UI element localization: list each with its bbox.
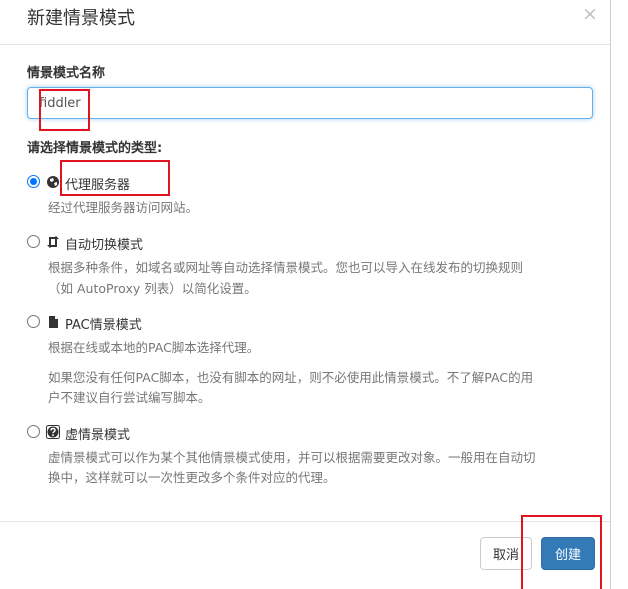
globe-icon (47, 176, 59, 188)
virtual-description-line2: 换中，这样就可以一次性更改多个条件对应的代理。 (48, 470, 336, 485)
cancel-button[interactable]: 取消 (480, 537, 532, 570)
virtual-radio[interactable] (27, 425, 40, 438)
file-icon (49, 316, 58, 328)
auto-switch-description-line2: （如 AutoProxy 列表）以简化设置。 (48, 281, 257, 296)
auto-switch-description-line1: 根据多种条件，如域名或网址等自动选择情景模式。您也可以导入在线发布的切换规则 (48, 260, 524, 275)
pac-description-line3: 户不建议自行尝试编写脚本。 (48, 390, 211, 405)
new-profile-dialog: 新建情景模式 × 情景模式名称 请选择情景模式的类型: 代理服务器 经过代理服务… (0, 0, 611, 589)
virtual-label: 虚情景模式 (65, 428, 131, 443)
profile-name-input[interactable] (27, 87, 593, 119)
create-button[interactable]: 创建 (541, 537, 595, 570)
profile-name-label: 情景模式名称 (27, 66, 106, 81)
close-icon[interactable]: × (582, 3, 598, 25)
pac-description-line1: 根据在线或本地的PAC脚本选择代理。 (48, 340, 260, 355)
virtual-description-line1: 虚情景模式可以作为某个其他情景模式使用，并可以根据需要更改对象。一般用在自动切 (48, 450, 536, 465)
question-circle-icon (46, 425, 60, 439)
pac-label: PAC情景模式 (65, 318, 142, 333)
profile-type-label: 请选择情景模式的类型: (27, 141, 163, 156)
proxy-server-label: 代理服务器 (65, 178, 131, 193)
auto-switch-label: 自动切换模式 (65, 238, 144, 253)
proxy-server-description: 经过代理服务器访问网站。 (48, 200, 199, 215)
proxy-server-radio[interactable] (27, 175, 40, 188)
auto-switch-radio[interactable] (27, 235, 40, 248)
retweet-icon (47, 236, 59, 248)
pac-radio[interactable] (27, 315, 40, 328)
dialog-footer-divider (0, 521, 610, 522)
dialog-header: 新建情景模式 × (0, 0, 610, 45)
pac-description-line2: 如果您没有任何PAC脚本，也没有脚本的网址，则不必使用此情景模式。不了解PAC的… (48, 370, 534, 385)
backdrop-strip (611, 0, 628, 589)
dialog-title: 新建情景模式 (27, 8, 135, 29)
